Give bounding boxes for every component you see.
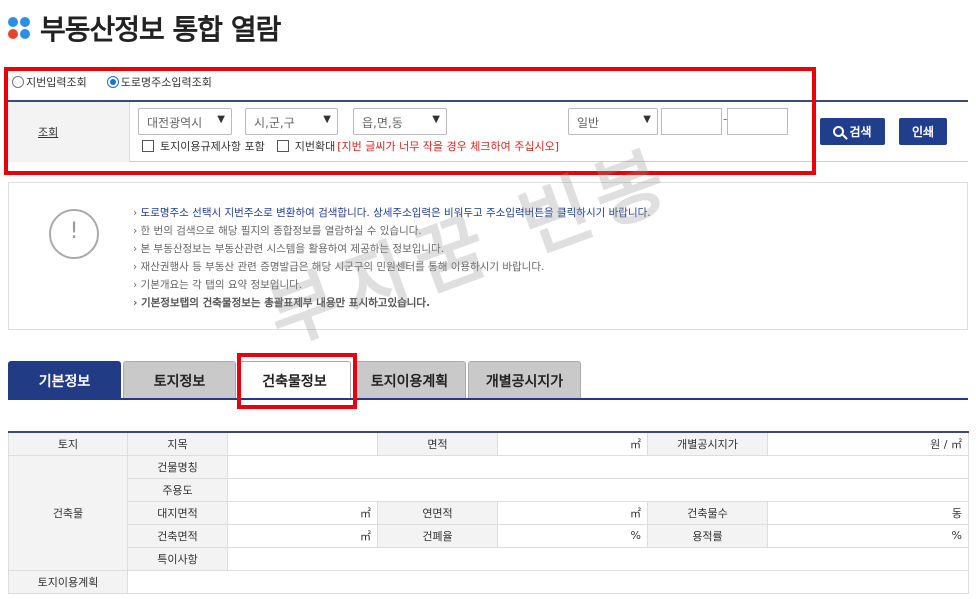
cell-floors-unit: 동 <box>767 500 969 525</box>
cell-price-unit: 원 / ㎡ <box>767 431 969 456</box>
notice-list: 도로명주소 선택시 지번주소로 변환하여 검색합니다. 상세주소입력은 비워두고… <box>133 204 651 312</box>
cell-far-label: 용적률 <box>647 523 768 548</box>
sigungu-select[interactable]: 시,군,구 ▼ <box>245 108 338 135</box>
radio-jibun-icon[interactable] <box>12 76 24 88</box>
notice-item: 재산권행사 등 부동산 관련 증명발급은 해당 시군구의 민원센터를 통해 이용… <box>133 258 651 276</box>
alert-icon <box>49 209 99 259</box>
notice-item: 도로명주소 선택시 지번주소로 변환하여 검색합니다. 상세주소입력은 비워두고… <box>133 204 651 222</box>
sido-select-value: 대전광역시 <box>147 116 203 130</box>
tab-underline <box>8 398 968 400</box>
print-button-label: 인쇄 <box>911 125 935 139</box>
table-row: 특이사항 <box>9 546 969 571</box>
page-title: 부동산정보 통합 열람 <box>40 13 281 46</box>
checkbox-icon[interactable] <box>142 140 154 152</box>
logo-dots-icon <box>8 16 32 40</box>
cell-total-floor-area-label: 연면적 <box>377 500 498 525</box>
cell-building-name-value <box>227 454 969 479</box>
row-label-land: 토지 <box>8 431 128 456</box>
page-header: 부동산정보 통합 열람 <box>8 8 281 48</box>
cell-jimok-value <box>227 431 378 456</box>
sigungu-select-value: 시,군,구 <box>254 116 295 130</box>
radio-road-address-label: 도로명주소입력조회 <box>120 76 212 89</box>
cell-coverage-label: 건폐율 <box>377 523 498 548</box>
checkbox-icon[interactable] <box>276 140 289 152</box>
cell-main-use-label: 주용도 <box>127 477 228 502</box>
bubun-input[interactable] <box>727 108 788 135</box>
chevron-down-icon: ▼ <box>432 114 440 125</box>
notice-item: 본 부동산정보는 부동산관련 시스템을 활용하여 제공하는 정보입니다. <box>133 240 651 258</box>
search-label-cell: 조회 <box>8 102 130 162</box>
land-type-select-value: 일반 <box>577 116 600 130</box>
search-button-label: 검색 <box>849 125 872 139</box>
search-label[interactable]: 조회 <box>38 124 58 140</box>
search-options: 토지이용규제사항 포함 지번확대 [지번 글씨가 너무 작을 경우 체크하여 주… <box>142 138 571 154</box>
notice-box: 도로명주소 선택시 지번주소로 변환하여 검색합니다. 상세주소입력은 비워두고… <box>8 182 968 330</box>
cell-main-use-value <box>227 477 969 502</box>
eupmyeondong-select[interactable]: 읍,면,동 ▼ <box>353 108 447 135</box>
table-row: 건축면적 ㎡ 건폐율 % 용적률 % <box>9 523 969 548</box>
radio-road-address-icon[interactable] <box>106 76 119 88</box>
radio-road-address[interactable]: 도로명주소입력조회 <box>106 74 212 90</box>
table-row: 건축물 건물명칭 <box>8 454 969 571</box>
print-button[interactable]: 인쇄 <box>899 118 947 145</box>
eupmyeondong-select-value: 읍,면,동 <box>362 116 403 130</box>
table-row: 토지이용계획 <box>8 569 969 594</box>
cell-far-unit: % <box>767 523 969 548</box>
table-row: 토지 지목 면적 ㎡ 개별공시지가 원 / ㎡ <box>8 431 969 456</box>
search-button[interactable]: 검색 <box>820 118 885 145</box>
cell-coverage-unit: % <box>497 523 648 548</box>
land-type-select[interactable]: 일반 ▼ <box>568 108 658 135</box>
bonbun-input[interactable] <box>661 108 722 135</box>
radio-jibun[interactable]: 지번입력조회 <box>12 74 87 90</box>
zoom-warning: [지번 글씨가 너무 작을 경우 체크하여 주십시오] <box>337 140 560 153</box>
cell-jimok-label: 지목 <box>127 431 228 456</box>
table-row: 주용도 <box>9 477 969 502</box>
cell-land-use-plan-value <box>127 569 969 594</box>
cell-special-label: 특이사항 <box>127 546 228 571</box>
notice-item: 한 번의 검색으로 해당 필지의 종합정보를 열람하실 수 있습니다. <box>133 222 651 240</box>
search-mode-group: 지번입력조회 도로명주소입력조회 <box>12 74 232 90</box>
cell-building-area-unit: ㎡ <box>227 523 378 548</box>
land-use-checkbox-label: 토지이용규제사항 포함 <box>160 140 265 153</box>
tab-official-land-price[interactable]: 개별공시지가 <box>468 361 581 399</box>
radio-jibun-label: 지번입력조회 <box>26 76 87 89</box>
notice-item: 기본정보탭의 건축물정보는 총괄표제부 내용만 표시하고있습니다. <box>133 294 651 312</box>
cell-building-area-label: 건축면적 <box>127 523 228 548</box>
property-info-table: 토지 지목 면적 ㎡ 개별공시지가 원 / ㎡ 건축물 건물명칭 주용도 대지면… <box>8 431 969 594</box>
cell-site-area-label: 대지면적 <box>127 500 228 525</box>
cell-floors-label: 건축물수 <box>647 500 768 525</box>
cell-total-floor-area-unit: ㎡ <box>497 500 648 525</box>
row-label-land-use-plan: 토지이용계획 <box>8 569 128 594</box>
notice-item: 기본개요는 각 탭의 요약 정보입니다. <box>133 276 651 294</box>
cell-area-label: 면적 <box>377 431 498 456</box>
table-row: 대지면적 ㎡ 연면적 ㎡ 건축물수 동 <box>9 500 969 525</box>
cell-area-unit: ㎡ <box>497 431 648 456</box>
zoom-checkbox-label: 지번확대 <box>294 140 336 153</box>
land-use-checkbox[interactable]: 토지이용규제사항 포함 <box>142 138 265 154</box>
tab-land-info[interactable]: 토지정보 <box>123 361 236 399</box>
search-icon <box>833 126 845 137</box>
chevron-down-icon: ▼ <box>217 114 225 125</box>
zoom-checkbox[interactable]: 지번확대 [지번 글씨가 너무 작을 경우 체크하여 주십시오] <box>276 138 560 154</box>
tab-basic-info[interactable]: 기본정보 <box>8 361 121 399</box>
chevron-down-icon: ▼ <box>323 114 331 125</box>
chevron-down-icon: ▼ <box>643 114 651 125</box>
sido-select[interactable]: 대전광역시 ▼ <box>138 108 232 135</box>
cell-special-value <box>227 546 969 571</box>
tab-building-info[interactable]: 건축물정보 <box>238 361 351 399</box>
cell-site-area-unit: ㎡ <box>227 500 378 525</box>
cell-price-label: 개별공시지가 <box>647 431 768 456</box>
row-label-building: 건축물 <box>8 454 128 571</box>
tab-land-use-plan[interactable]: 토지이용계획 <box>353 361 466 399</box>
cell-building-name-label: 건물명칭 <box>127 454 228 479</box>
